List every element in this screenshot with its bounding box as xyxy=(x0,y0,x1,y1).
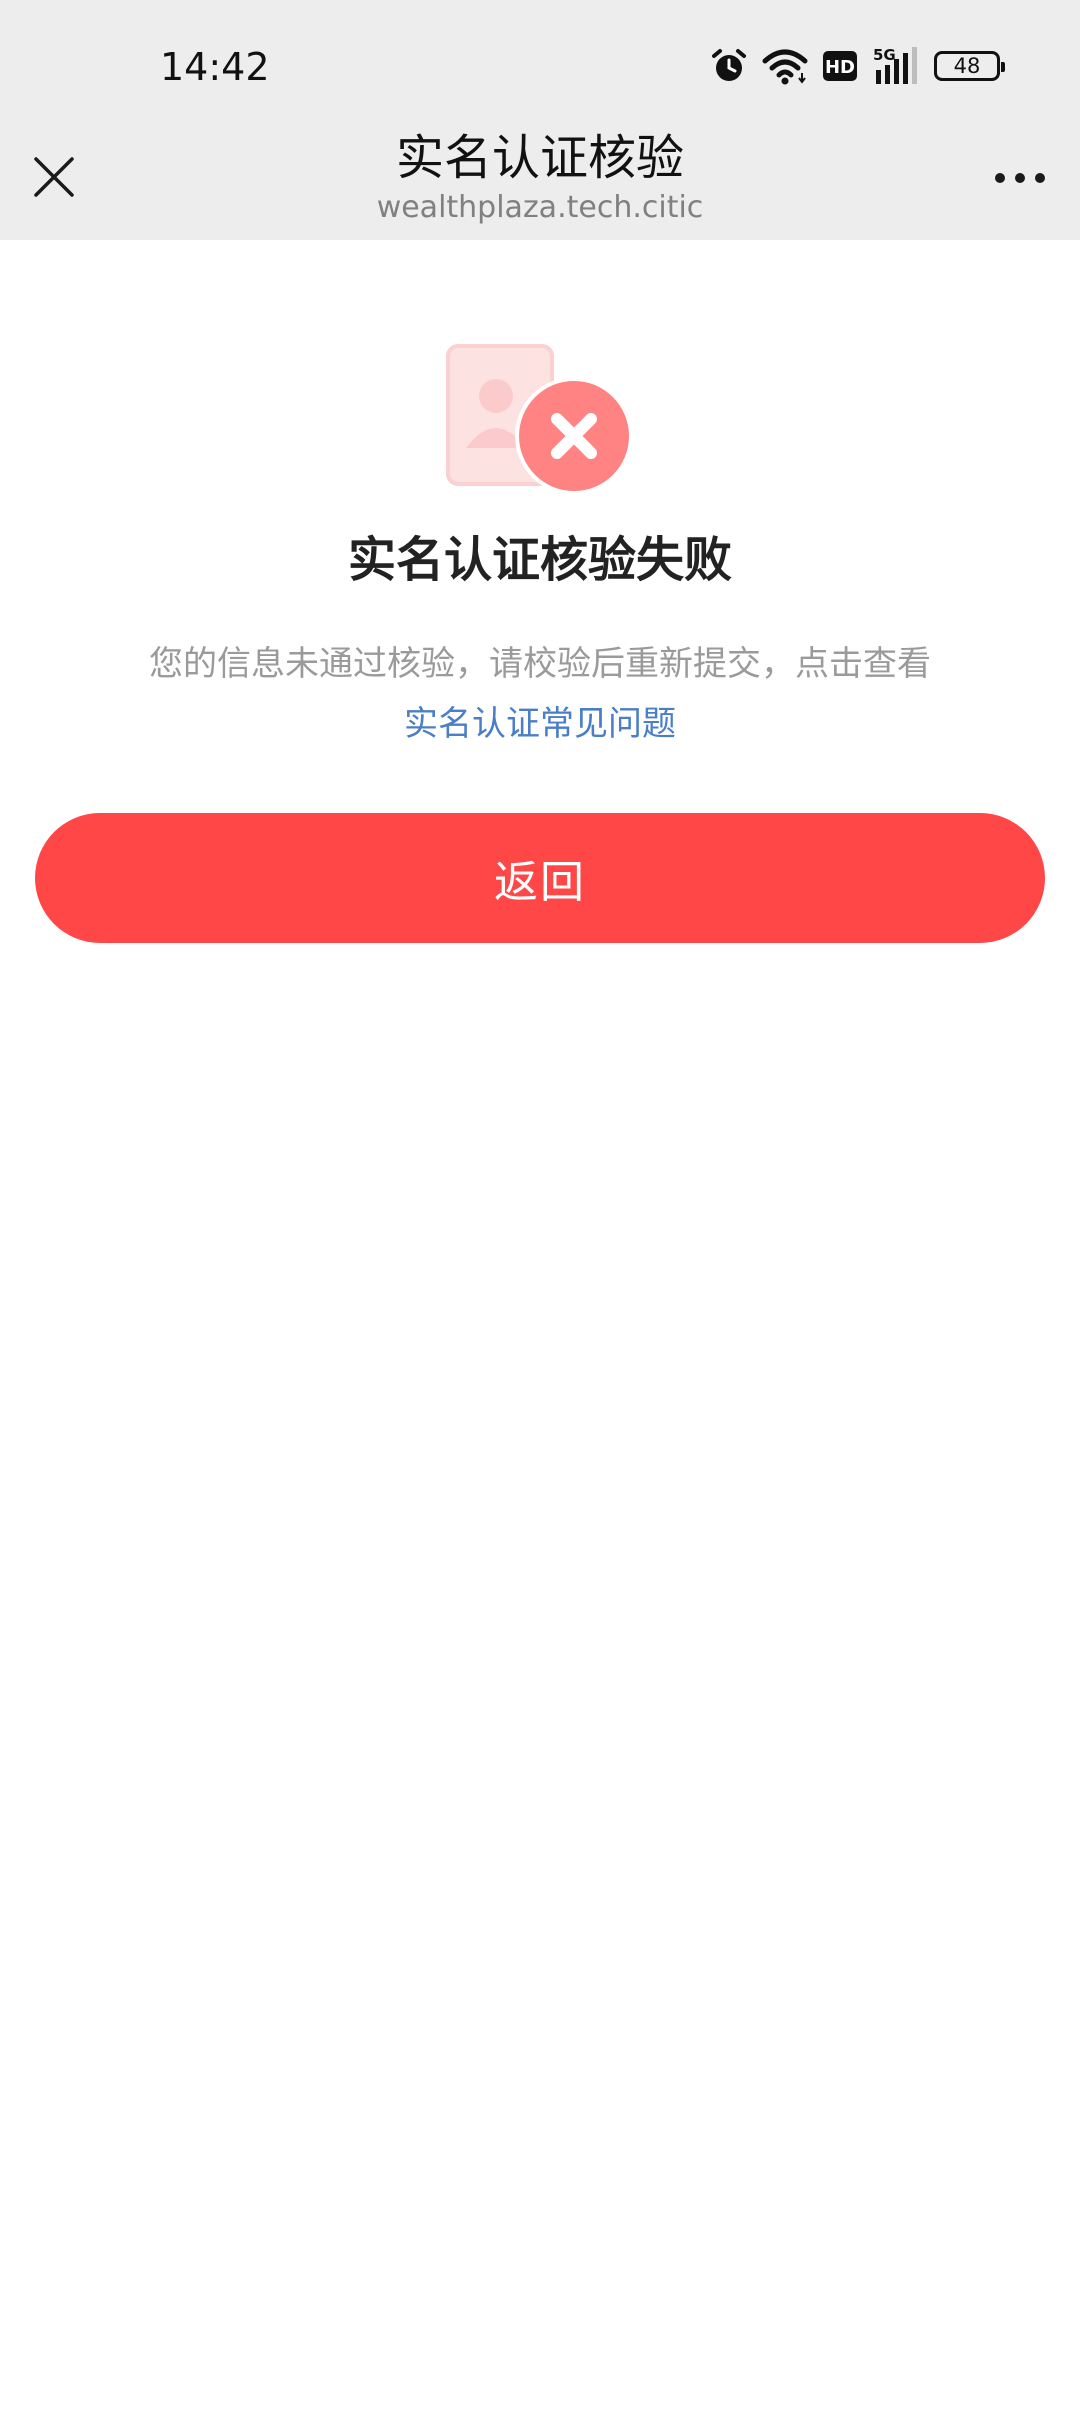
status-icons: HD 5G 48 xyxy=(710,44,1005,88)
result-description: 您的信息未通过核验，请校验后重新提交，点击查看 实名认证常见问题 xyxy=(80,636,1000,752)
hd-badge-text: HD xyxy=(825,57,855,78)
signal-icon: 5G xyxy=(872,46,920,86)
result-title: 实名认证核验失败 xyxy=(347,532,732,588)
close-button[interactable] xyxy=(22,145,86,209)
faq-link[interactable]: 实名认证常见问题 xyxy=(80,696,1000,752)
page-title: 实名认证核验 xyxy=(395,130,684,186)
alarm-icon xyxy=(710,47,748,85)
network-type: 5G xyxy=(873,46,896,64)
result-description-text: 您的信息未通过核验，请校验后重新提交，点击查看 xyxy=(149,644,931,684)
hd-icon: HD xyxy=(822,50,858,82)
battery-icon: 48 xyxy=(934,51,1005,81)
nav-title-block: 实名认证核验 wealthplaza.tech.citic xyxy=(200,126,880,226)
id-card-error-icon xyxy=(440,340,640,510)
close-icon xyxy=(34,157,74,197)
status-time: 14:42 xyxy=(160,45,270,89)
wifi-icon xyxy=(762,47,808,85)
back-button[interactable]: 返回 xyxy=(35,813,1045,943)
page-domain: wealthplaza.tech.citic xyxy=(376,190,704,225)
nav-header: 实名认证核验 wealthplaza.tech.citic xyxy=(0,120,1080,240)
more-icon xyxy=(995,173,1045,183)
more-button[interactable] xyxy=(988,150,1052,206)
battery-level: 48 xyxy=(953,54,981,78)
status-bar: 14:42 HD 5G 48 xyxy=(0,0,1080,140)
